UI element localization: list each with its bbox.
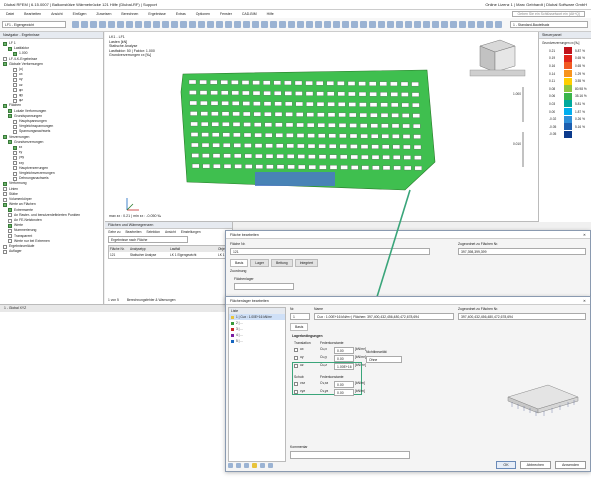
edit-support-title-bar: Flächenlager bearbeiten ✕ xyxy=(226,297,590,305)
symbol-label: Cu,y xyxy=(320,355,327,359)
shear-label: Schub xyxy=(294,375,304,379)
support-list-label: 5 | ... xyxy=(236,339,244,343)
assigned-label: Zugeordnet zu Flächen Nr. xyxy=(458,307,499,311)
support-conditions-title: Lagerbedingungen xyxy=(292,334,323,338)
axis-label: ux xyxy=(300,347,304,351)
spring-constant-label: Federkonstante xyxy=(320,341,344,345)
support-list-item[interactable]: 5 | ... xyxy=(229,338,285,344)
support-list-label: 4 | ... xyxy=(236,333,244,337)
tool-icon[interactable] xyxy=(252,463,257,468)
edit-support-title: Flächenlager bearbeiten xyxy=(230,298,269,303)
tool-icon[interactable] xyxy=(228,463,233,468)
unit-label: [kN/m] xyxy=(355,389,365,393)
color-swatch-icon xyxy=(231,321,234,325)
color-swatch-icon xyxy=(231,333,234,337)
support-list-label: 1 | Cux : 1.00E+16 kN/m³ xyxy=(236,315,272,319)
symbol-label: Cu,x xyxy=(320,347,327,351)
support-preview xyxy=(507,384,579,416)
spring-value-field[interactable]: 0.00 xyxy=(334,381,354,388)
unit-label: [kN/m] xyxy=(355,381,365,385)
tool-icon[interactable] xyxy=(268,463,273,468)
cancel-button[interactable]: Abbrechen xyxy=(519,461,552,469)
support-list-label: 2 | ... xyxy=(236,321,244,325)
checkbox-icon[interactable] xyxy=(294,356,298,360)
axis-label: vxz xyxy=(300,381,306,385)
color-swatch-icon xyxy=(231,315,234,319)
comment-field[interactable] xyxy=(290,451,410,459)
support-list: Liste 1 | Cux : 1.00E+16 kN/m³ 2 | ... 3 |… xyxy=(228,307,286,462)
tool-icon[interactable] xyxy=(236,463,241,468)
translation-label: Translation xyxy=(294,341,311,345)
support-list-label: 3 | ... xyxy=(236,327,244,331)
tool-icon[interactable] xyxy=(260,463,265,468)
spring-value-field[interactable]: 0.00 xyxy=(334,347,354,354)
checkbox-icon[interactable] xyxy=(294,390,298,394)
support-tabs: Basis xyxy=(290,323,309,331)
axis-label: vyz xyxy=(300,389,306,393)
assigned-field[interactable]: 397,400,432,456,480,472,678,694 xyxy=(458,313,586,320)
support-no-label: Nr. xyxy=(290,307,295,311)
apply-button[interactable]: Anwenden xyxy=(555,461,586,469)
dialog-tools xyxy=(228,463,273,468)
spring-value-field[interactable]: 0.00 xyxy=(334,355,354,362)
symbol-label: Cv,xz xyxy=(320,381,329,385)
support-name-label: Name xyxy=(314,307,324,311)
tool-icon[interactable] xyxy=(244,463,249,468)
checkbox-icon[interactable] xyxy=(294,382,298,386)
axis-label: uy xyxy=(300,355,304,359)
symbol-label: Cv,yz xyxy=(320,389,329,393)
dialog-buttons: OK Abbrechen Anwenden xyxy=(496,461,586,469)
tab-basis[interactable]: Basis xyxy=(290,323,309,331)
color-swatch-icon xyxy=(231,327,234,331)
checkbox-icon[interactable] xyxy=(294,348,298,352)
support-no-field[interactable]: 1 xyxy=(290,313,310,320)
ok-button[interactable]: OK xyxy=(496,461,516,469)
support-name-field[interactable]: Cux : 1.00E+16 kN/m³ | Flächen: 397,400,… xyxy=(314,313,454,320)
close-icon[interactable]: ✕ xyxy=(583,299,586,303)
comment-label: Kommentar xyxy=(290,445,308,449)
color-swatch-icon xyxy=(231,339,234,343)
shear-spring-label: Federkonstante xyxy=(320,375,344,379)
edit-surface-support-dialog: Flächenlager bearbeiten ✕ Liste 1 | Cux … xyxy=(225,296,591,472)
nonlinearity-dropdown[interactable]: Ohne xyxy=(366,356,402,363)
nonlinearity-label: Nichtlinearität xyxy=(366,350,387,354)
spring-value-field[interactable]: 0.00 xyxy=(334,389,354,396)
